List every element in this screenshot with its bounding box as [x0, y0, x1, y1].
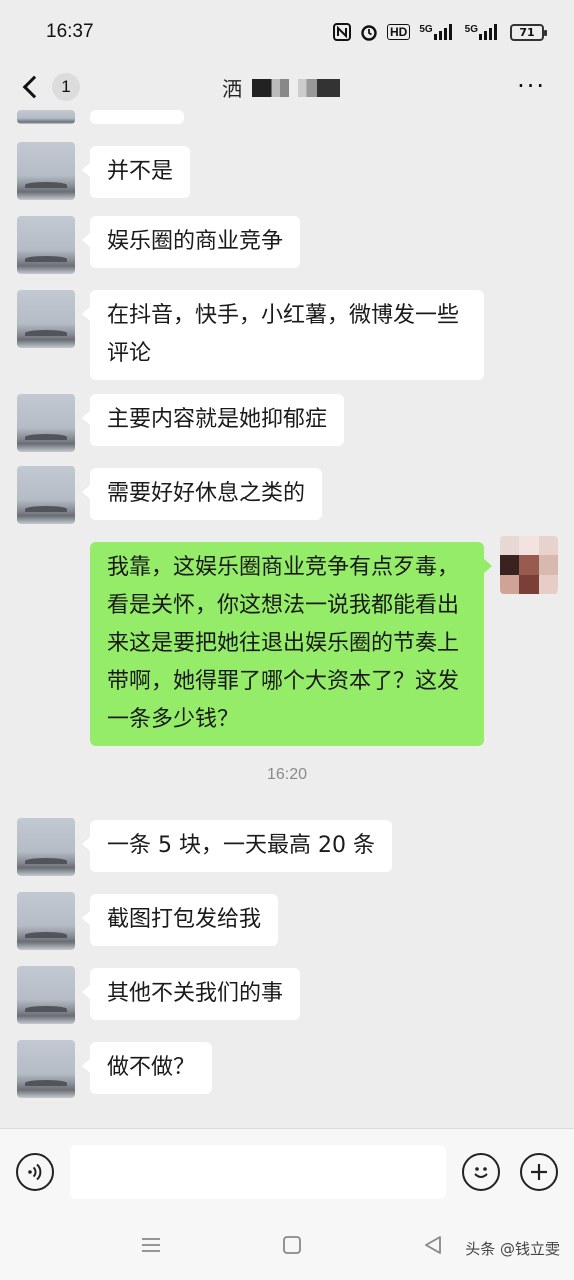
emoji-button[interactable] — [462, 1153, 500, 1191]
message-bubble[interactable]: 需要好好休息之类的 — [81, 468, 323, 520]
network-label: 5G — [419, 24, 433, 35]
message-list[interactable]: 并不是 娱乐圈的商业竞争 在抖音，快手，小红薯，微博发一些评论 主要内容就是她抑… — [0, 110, 574, 1128]
avatar[interactable] — [17, 466, 75, 524]
message-timestamp: 16:20 — [266, 766, 308, 783]
message-bubble[interactable]: 并不是 — [81, 146, 191, 198]
chat-input-bar — [0, 1128, 574, 1216]
avatar[interactable] — [17, 290, 75, 348]
message-bubble[interactable]: 在抖音，快手，小红薯，微博发一些评论 — [82, 290, 484, 380]
avatar[interactable] — [17, 1040, 75, 1098]
avatar[interactable] — [17, 892, 75, 950]
menu-icon — [142, 1238, 160, 1252]
network-label: 5G — [464, 24, 478, 35]
avatar[interactable] — [17, 216, 75, 274]
home-button[interactable] — [281, 1234, 303, 1260]
triangle-back-icon — [425, 1236, 441, 1254]
emoji-icon — [474, 1167, 488, 1178]
5g-signal-icon: 5G — [419, 24, 455, 40]
avatar[interactable] — [17, 394, 75, 452]
back-button[interactable]: 1 — [18, 64, 80, 110]
message-bubble[interactable]: 截图打包发给我 — [81, 894, 279, 946]
chevron-left-icon — [22, 75, 46, 99]
my-avatar[interactable] — [500, 536, 558, 594]
voice-icon — [28, 1163, 42, 1181]
avatar[interactable] — [17, 966, 75, 1024]
avatar[interactable] — [17, 818, 75, 876]
message-bubble[interactable]: 其他不关我们的事 — [81, 968, 301, 1020]
nfc-icon — [332, 23, 351, 41]
voice-input-button[interactable] — [16, 1153, 54, 1191]
battery-icon: 71 — [510, 23, 547, 41]
hd-icon: HD — [386, 24, 411, 40]
chat-title[interactable]: 洒 — [222, 73, 340, 102]
avatar[interactable] — [17, 110, 75, 124]
unread-count-badge: 1 — [52, 73, 80, 101]
avatar[interactable] — [17, 142, 75, 200]
chat-title-text: 洒 — [222, 77, 242, 101]
message-bubble-partial — [90, 110, 184, 124]
menu-button[interactable] — [140, 1234, 162, 1260]
message-bubble[interactable]: 主要内容就是她抑郁症 — [81, 394, 345, 446]
message-bubble[interactable]: 一条 5 块，一天最高 20 条 — [82, 820, 392, 872]
more-functions-button[interactable] — [520, 1153, 558, 1191]
home-icon — [283, 1236, 301, 1254]
watermark: 头条 @钱立雯 — [465, 1240, 560, 1258]
back-nav-button[interactable] — [422, 1234, 444, 1260]
message-bubble[interactable]: 娱乐圈的商业竞争 — [81, 216, 301, 268]
message-input[interactable] — [70, 1145, 446, 1199]
plus-icon — [531, 1164, 547, 1180]
5g-signal-icon: 5G — [465, 24, 501, 40]
chat-header: 1 洒 ··· — [0, 64, 574, 110]
blurred-name — [252, 78, 340, 97]
status-icons: HD 5G 5G 71 — [332, 23, 547, 41]
status-bar: 16:37 HD 5G 5G 71 — [0, 0, 574, 64]
status-time: 16:37 — [46, 21, 94, 42]
alarm-icon — [361, 25, 377, 41]
message-bubble[interactable]: 做不做？ — [81, 1042, 213, 1094]
sent-message-bubble[interactable]: 我靠，这娱乐圈商业竞争有点歹毒，看是关怀，你这想法一说我都能看出来这是要把她往退… — [90, 542, 492, 746]
more-options-button[interactable]: ··· — [517, 72, 546, 100]
system-navigation-bar: 头条 @钱立雯 — [0, 1216, 574, 1280]
